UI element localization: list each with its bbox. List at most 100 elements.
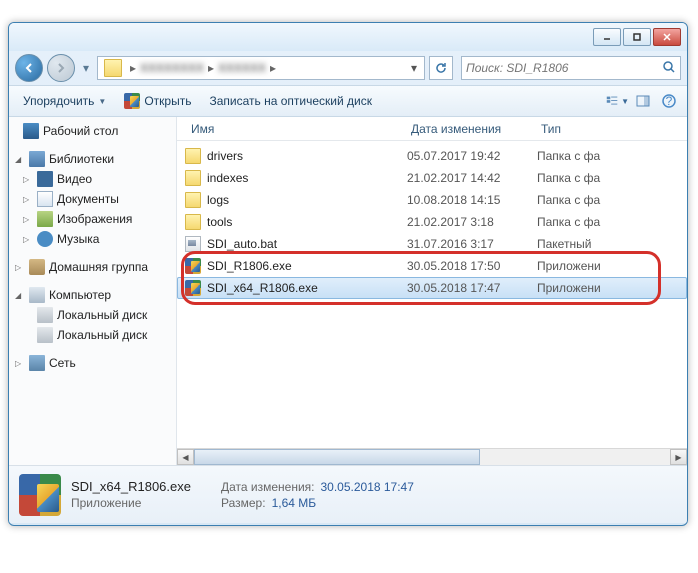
expand-icon[interactable]: ▷ <box>23 195 33 204</box>
nav-drive[interactable]: Локальный диск <box>9 325 176 345</box>
file-row[interactable]: SDI_x64_R1806.exe30.05.2018 17:47Приложе… <box>177 277 687 299</box>
burn-button[interactable]: Записать на оптический диск <box>201 90 380 112</box>
expand-icon[interactable]: ▷ <box>23 175 33 184</box>
nav-label: Локальный диск <box>57 308 147 322</box>
exe-icon <box>185 280 201 296</box>
chevron-right-icon[interactable]: ▸ <box>204 61 218 75</box>
titlebar <box>9 23 687 51</box>
folder-icon <box>185 148 201 164</box>
details-pane: SDI_x64_R1806.exe Приложение Дата измене… <box>9 465 687 523</box>
image-icon <box>37 211 53 227</box>
help-button[interactable]: ? <box>657 89 681 113</box>
open-button[interactable]: Открыть <box>116 89 199 113</box>
address-bar[interactable]: ▸ XXXXXXXX ▸ XXXXXX ▸ ▾ <box>97 56 425 80</box>
close-button[interactable] <box>653 28 681 46</box>
nav-row: ▾ ▸ XXXXXXXX ▸ XXXXXX ▸ ▾ <box>9 51 687 85</box>
file-name: SDI_auto.bat <box>207 237 407 251</box>
expand-icon[interactable]: ▷ <box>23 235 33 244</box>
horizontal-scrollbar[interactable]: ◀ ▶ <box>177 448 687 465</box>
burn-label: Записать на оптический диск <box>209 94 372 108</box>
nav-label: Сеть <box>49 356 76 370</box>
refresh-button[interactable] <box>429 56 453 80</box>
expand-icon[interactable]: ◢ <box>15 291 25 300</box>
file-row[interactable]: indexes21.02.2017 14:42Папка с фа <box>177 167 687 189</box>
file-type: Папка с фа <box>537 171 600 185</box>
nav-desktop[interactable]: Рабочий стол <box>9 121 176 141</box>
file-list-pane: Имя Дата изменения Тип drivers05.07.2017… <box>177 117 687 465</box>
file-type: Папка с фа <box>537 149 600 163</box>
folder-icon <box>185 170 201 186</box>
chevron-right-icon[interactable]: ▸ <box>266 61 280 75</box>
expand-icon[interactable]: ▷ <box>15 263 25 272</box>
column-name[interactable]: Имя <box>185 122 405 136</box>
bat-icon <box>185 236 201 252</box>
expand-icon[interactable]: ◢ <box>15 155 25 164</box>
nav-images[interactable]: ▷ Изображения <box>9 209 176 229</box>
forward-button[interactable] <box>47 54 75 82</box>
preview-pane-button[interactable] <box>631 89 655 113</box>
details-size-label: Размер: <box>221 496 266 510</box>
column-type[interactable]: Тип <box>535 122 687 136</box>
nav-documents[interactable]: ▷Документы <box>9 189 176 209</box>
scroll-right-button[interactable]: ▶ <box>670 449 687 465</box>
details-filename: SDI_x64_R1806.exe <box>71 479 191 494</box>
nav-label: Библиотеки <box>49 152 114 166</box>
drive-icon <box>37 307 53 323</box>
file-row[interactable]: tools21.02.2017 3:18Папка с фа <box>177 211 687 233</box>
column-date[interactable]: Дата изменения <box>405 122 535 136</box>
address-dropdown[interactable]: ▾ <box>406 61 422 75</box>
file-type: Приложени <box>537 259 601 273</box>
file-date: 31.07.2016 3:17 <box>407 237 537 251</box>
organize-menu[interactable]: Упорядочить▼ <box>15 90 114 112</box>
nav-label: Локальный диск <box>57 328 147 342</box>
folder-icon <box>185 214 201 230</box>
file-type: Приложени <box>537 281 601 295</box>
expand-icon[interactable]: ▷ <box>23 215 33 224</box>
file-name: SDI_x64_R1806.exe <box>207 281 407 295</box>
nav-video[interactable]: ▷ Видео <box>9 169 176 189</box>
drive-icon <box>37 327 53 343</box>
file-name: drivers <box>207 149 407 163</box>
nav-network[interactable]: ▷ Сеть <box>9 353 176 373</box>
file-row[interactable]: SDI_R1806.exe30.05.2018 17:50Приложени <box>177 255 687 277</box>
search-input[interactable] <box>466 61 662 75</box>
maximize-button[interactable] <box>623 28 651 46</box>
search-box[interactable] <box>461 56 681 80</box>
file-name: tools <box>207 215 407 229</box>
file-type-icon <box>19 474 61 516</box>
expand-icon[interactable]: ▷ <box>15 359 25 368</box>
file-row[interactable]: logs10.08.2018 14:15Папка с фа <box>177 189 687 211</box>
nav-drive[interactable]: Локальный диск <box>9 305 176 325</box>
nav-music[interactable]: ▷ Музыка <box>9 229 176 249</box>
video-icon <box>37 171 53 187</box>
app-icon <box>124 93 140 109</box>
toolbar: Упорядочить▼ Открыть Записать на оптичес… <box>9 85 687 117</box>
nav-libraries[interactable]: ◢ Библиотеки <box>9 149 176 169</box>
details-date-label: Дата изменения: <box>221 480 315 494</box>
computer-icon <box>29 287 45 303</box>
file-name: logs <box>207 193 407 207</box>
nav-homegroup[interactable]: ▷Домашняя группа <box>9 257 176 277</box>
minimize-button[interactable] <box>593 28 621 46</box>
view-options-button[interactable]: ▼ <box>605 89 629 113</box>
file-type: Папка с фа <box>537 193 600 207</box>
desktop-icon <box>23 123 39 139</box>
scroll-left-button[interactable]: ◀ <box>177 449 194 465</box>
file-row[interactable]: drivers05.07.2017 19:42Папка с фа <box>177 145 687 167</box>
file-date: 10.08.2018 14:15 <box>407 193 537 207</box>
file-list: drivers05.07.2017 19:42Папка с фаindexes… <box>177 141 687 303</box>
document-icon <box>37 191 53 207</box>
chevron-right-icon[interactable]: ▸ <box>126 61 140 75</box>
search-icon[interactable] <box>662 60 676 77</box>
scroll-thumb[interactable] <box>194 449 480 465</box>
folder-icon <box>185 192 201 208</box>
nav-label: Музыка <box>57 232 99 246</box>
nav-history-dropdown[interactable]: ▾ <box>79 58 93 78</box>
file-row[interactable]: SDI_auto.bat31.07.2016 3:17Пакетный <box>177 233 687 255</box>
back-button[interactable] <box>15 54 43 82</box>
nav-computer[interactable]: ◢Компьютер <box>9 285 176 305</box>
scroll-track[interactable] <box>194 449 670 465</box>
nav-label: Изображения <box>57 212 132 226</box>
address-path: XXXXXX <box>218 61 266 75</box>
nav-label: Видео <box>57 172 92 186</box>
